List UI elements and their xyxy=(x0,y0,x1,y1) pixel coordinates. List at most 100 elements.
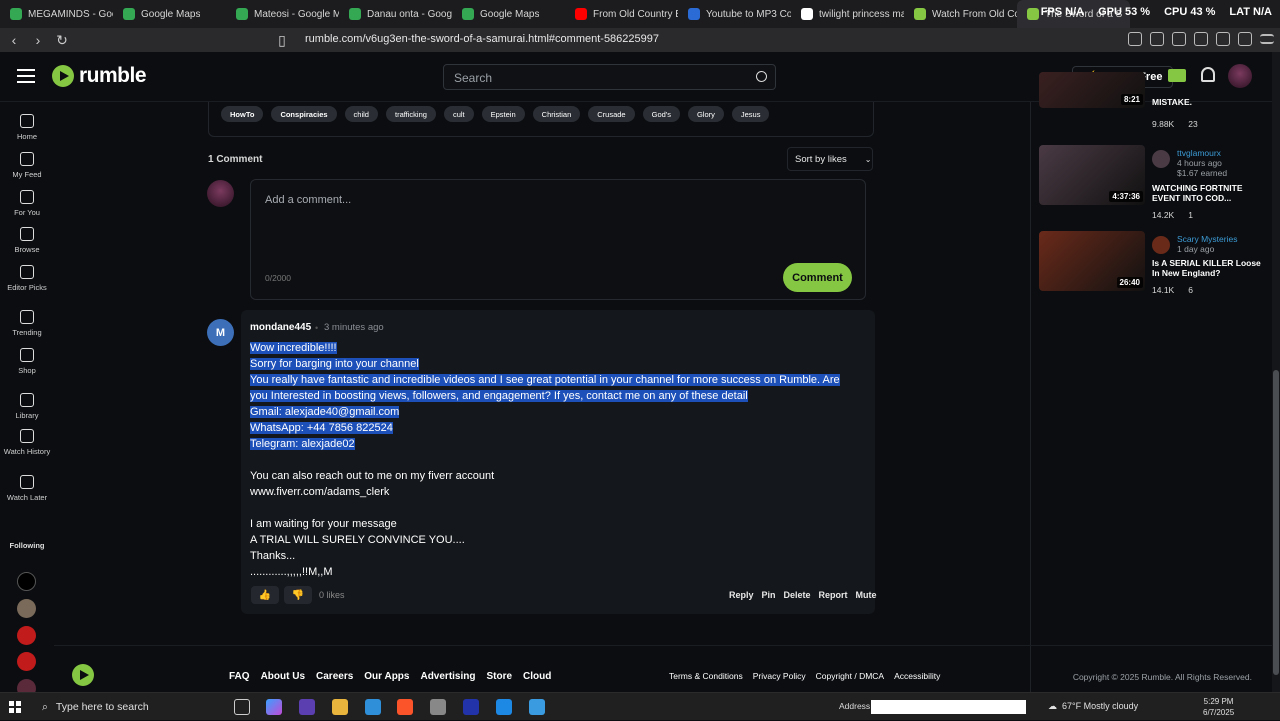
browser-tab[interactable]: Watch From Old Coun xyxy=(904,0,1017,28)
user-avatar[interactable] xyxy=(1228,64,1252,88)
tag-chip[interactable]: cult xyxy=(443,106,474,122)
forward-icon[interactable]: › xyxy=(28,30,48,50)
followed-channel-avatar[interactable] xyxy=(17,572,36,591)
windows-start-icon[interactable] xyxy=(9,701,21,713)
footer-link[interactable]: About Us xyxy=(261,671,305,682)
tag-chip[interactable]: trafficking xyxy=(385,106,436,122)
footer-link[interactable]: Our Apps xyxy=(364,671,409,682)
tag-chip[interactable]: Jesus xyxy=(731,106,770,122)
upload-video-icon[interactable] xyxy=(1168,69,1186,82)
comment-action-delete[interactable]: Delete xyxy=(784,590,811,600)
comment-action-mute[interactable]: Mute xyxy=(856,590,877,600)
comment-action-reply[interactable]: Reply xyxy=(729,590,754,600)
channel-name[interactable]: ttvglamourx xyxy=(1177,148,1221,158)
tag-chip[interactable]: Epstein xyxy=(481,106,525,122)
app-icon-2[interactable] xyxy=(463,699,479,715)
reload-icon[interactable]: ↻ xyxy=(52,30,72,50)
comment-author[interactable]: mondane445 xyxy=(250,322,311,333)
footer-legal-link[interactable]: Copyright / DMCA xyxy=(816,671,885,681)
taskbar-search[interactable]: ⌕ Type here to search xyxy=(36,693,220,721)
footer-legal-link[interactable]: Privacy Policy xyxy=(753,671,806,681)
footer-link[interactable]: Cloud xyxy=(523,671,551,682)
video-title[interactable]: WATCHING FORTNITE EVENT INTO COD... xyxy=(1152,183,1267,203)
sidebar-icon[interactable] xyxy=(1172,32,1186,46)
menu-icon[interactable] xyxy=(1260,34,1274,44)
channel-name[interactable]: Scary Mysteries xyxy=(1177,234,1237,244)
file-explorer-icon[interactable] xyxy=(332,699,348,715)
app-icon-3[interactable] xyxy=(496,699,512,715)
comment-input[interactable] xyxy=(265,194,845,254)
browser-tab[interactable]: MEGAMINDS - Google xyxy=(0,0,113,28)
browser-tab[interactable]: Google Maps xyxy=(113,0,226,28)
scrollbar-thumb[interactable] xyxy=(1273,370,1279,675)
sidebar-item-home[interactable]: Home xyxy=(0,114,54,141)
task-view-icon[interactable] xyxy=(234,699,250,715)
clock[interactable]: 5:29 PM 6/7/2025 xyxy=(1203,696,1234,718)
comment-submit-button[interactable]: Comment xyxy=(783,263,852,292)
app-icon-4[interactable] xyxy=(529,699,545,715)
hamburger-menu-icon[interactable] xyxy=(17,69,35,83)
thumbs-down-icon[interactable]: 👎 xyxy=(284,586,312,604)
bookmark-icon[interactable]: ▯ xyxy=(272,30,292,50)
browser-tab[interactable]: Youtube to MP3 Conv xyxy=(678,0,791,28)
commenter-avatar[interactable]: M xyxy=(207,319,234,346)
vscode-icon[interactable] xyxy=(365,699,381,715)
sidebar-item-browse[interactable]: Browse xyxy=(0,227,54,254)
video-thumbnail[interactable]: 4:37:36 xyxy=(1039,145,1145,205)
tag-chip[interactable]: Conspiracies xyxy=(271,106,337,122)
comment-action-report[interactable]: Report xyxy=(819,590,848,600)
brave-icon[interactable] xyxy=(397,699,413,715)
followed-channel-avatar[interactable] xyxy=(17,626,36,645)
sidebar-item-shop[interactable]: Shop xyxy=(0,348,54,375)
video-title[interactable]: MISTAKE. xyxy=(1152,97,1267,107)
video-thumbnail[interactable]: 26:40 xyxy=(1039,231,1145,291)
footer-logo-icon[interactable] xyxy=(72,664,94,686)
footer-legal-link[interactable]: Accessibility xyxy=(894,671,940,681)
sidebar-item-watch-history[interactable]: Watch History xyxy=(0,429,54,456)
footer-link[interactable]: FAQ xyxy=(229,671,250,682)
search-input[interactable] xyxy=(444,65,734,91)
app-icon[interactable] xyxy=(299,699,315,715)
tag-chip[interactable]: child xyxy=(344,106,378,122)
channel-avatar[interactable] xyxy=(1152,236,1170,254)
footer-legal-link[interactable]: Terms & Conditions xyxy=(669,671,743,681)
browser-tab[interactable]: twilight princess mast xyxy=(791,0,904,28)
rumble-logo[interactable]: rumble xyxy=(52,64,147,88)
browser-tab[interactable]: Danau onta - Google xyxy=(339,0,452,28)
footer-link[interactable]: Advertising xyxy=(420,671,475,682)
tag-chip[interactable]: God's xyxy=(642,106,680,122)
sidebar-item-for-you[interactable]: For You xyxy=(0,190,54,217)
url-field[interactable]: rumble.com/v6ug3en-the-sword-of-a-samura… xyxy=(305,33,659,45)
media-icon[interactable] xyxy=(1150,32,1164,46)
tag-chip[interactable]: Glory xyxy=(687,106,724,122)
search-icon[interactable] xyxy=(756,71,767,82)
browser-tab[interactable]: Google Maps xyxy=(452,0,565,28)
sidebar-item-editor-picks[interactable]: Editor Picks xyxy=(0,265,54,292)
notifications-bell-icon[interactable] xyxy=(1201,67,1215,82)
back-icon[interactable]: ‹ xyxy=(4,30,24,50)
video-thumbnail[interactable]: 8:21 xyxy=(1039,72,1145,108)
wallet-icon[interactable] xyxy=(1194,32,1208,46)
sidebar-item-my-feed[interactable]: My Feed xyxy=(0,152,54,179)
browser-tab[interactable]: Mateosi - Google Maps xyxy=(226,0,339,28)
tag-chip[interactable]: HowTo xyxy=(221,106,264,122)
followed-channel-avatar[interactable] xyxy=(17,652,36,671)
address-toolbar-input[interactable] xyxy=(871,700,1026,714)
channel-avatar[interactable] xyxy=(1152,150,1170,168)
sidebar-item-watch-later[interactable]: Watch Later xyxy=(0,475,54,502)
vpn-icon[interactable] xyxy=(1238,32,1252,46)
thumbs-up-icon[interactable]: 👍 xyxy=(251,586,279,604)
tag-chip[interactable]: Christian xyxy=(532,106,581,122)
browser-tab[interactable]: From Old Country Bun xyxy=(565,0,678,28)
extensions-icon[interactable] xyxy=(1128,32,1142,46)
comment-action-pin[interactable]: Pin xyxy=(762,590,776,600)
footer-link[interactable]: Careers xyxy=(316,671,353,682)
sort-dropdown[interactable]: Sort by likes ⌄ xyxy=(787,147,873,171)
video-title[interactable]: Is A SERIAL KILLER Loose In New England? xyxy=(1152,258,1267,278)
footer-link[interactable]: Store xyxy=(486,671,512,682)
copilot-icon[interactable] xyxy=(266,699,282,715)
leo-icon[interactable] xyxy=(1216,32,1230,46)
sidebar-item-library[interactable]: Library xyxy=(0,393,54,420)
weather-widget[interactable]: ☁ 67°F Mostly cloudy xyxy=(1048,701,1138,712)
chrome-icon[interactable] xyxy=(430,699,446,715)
